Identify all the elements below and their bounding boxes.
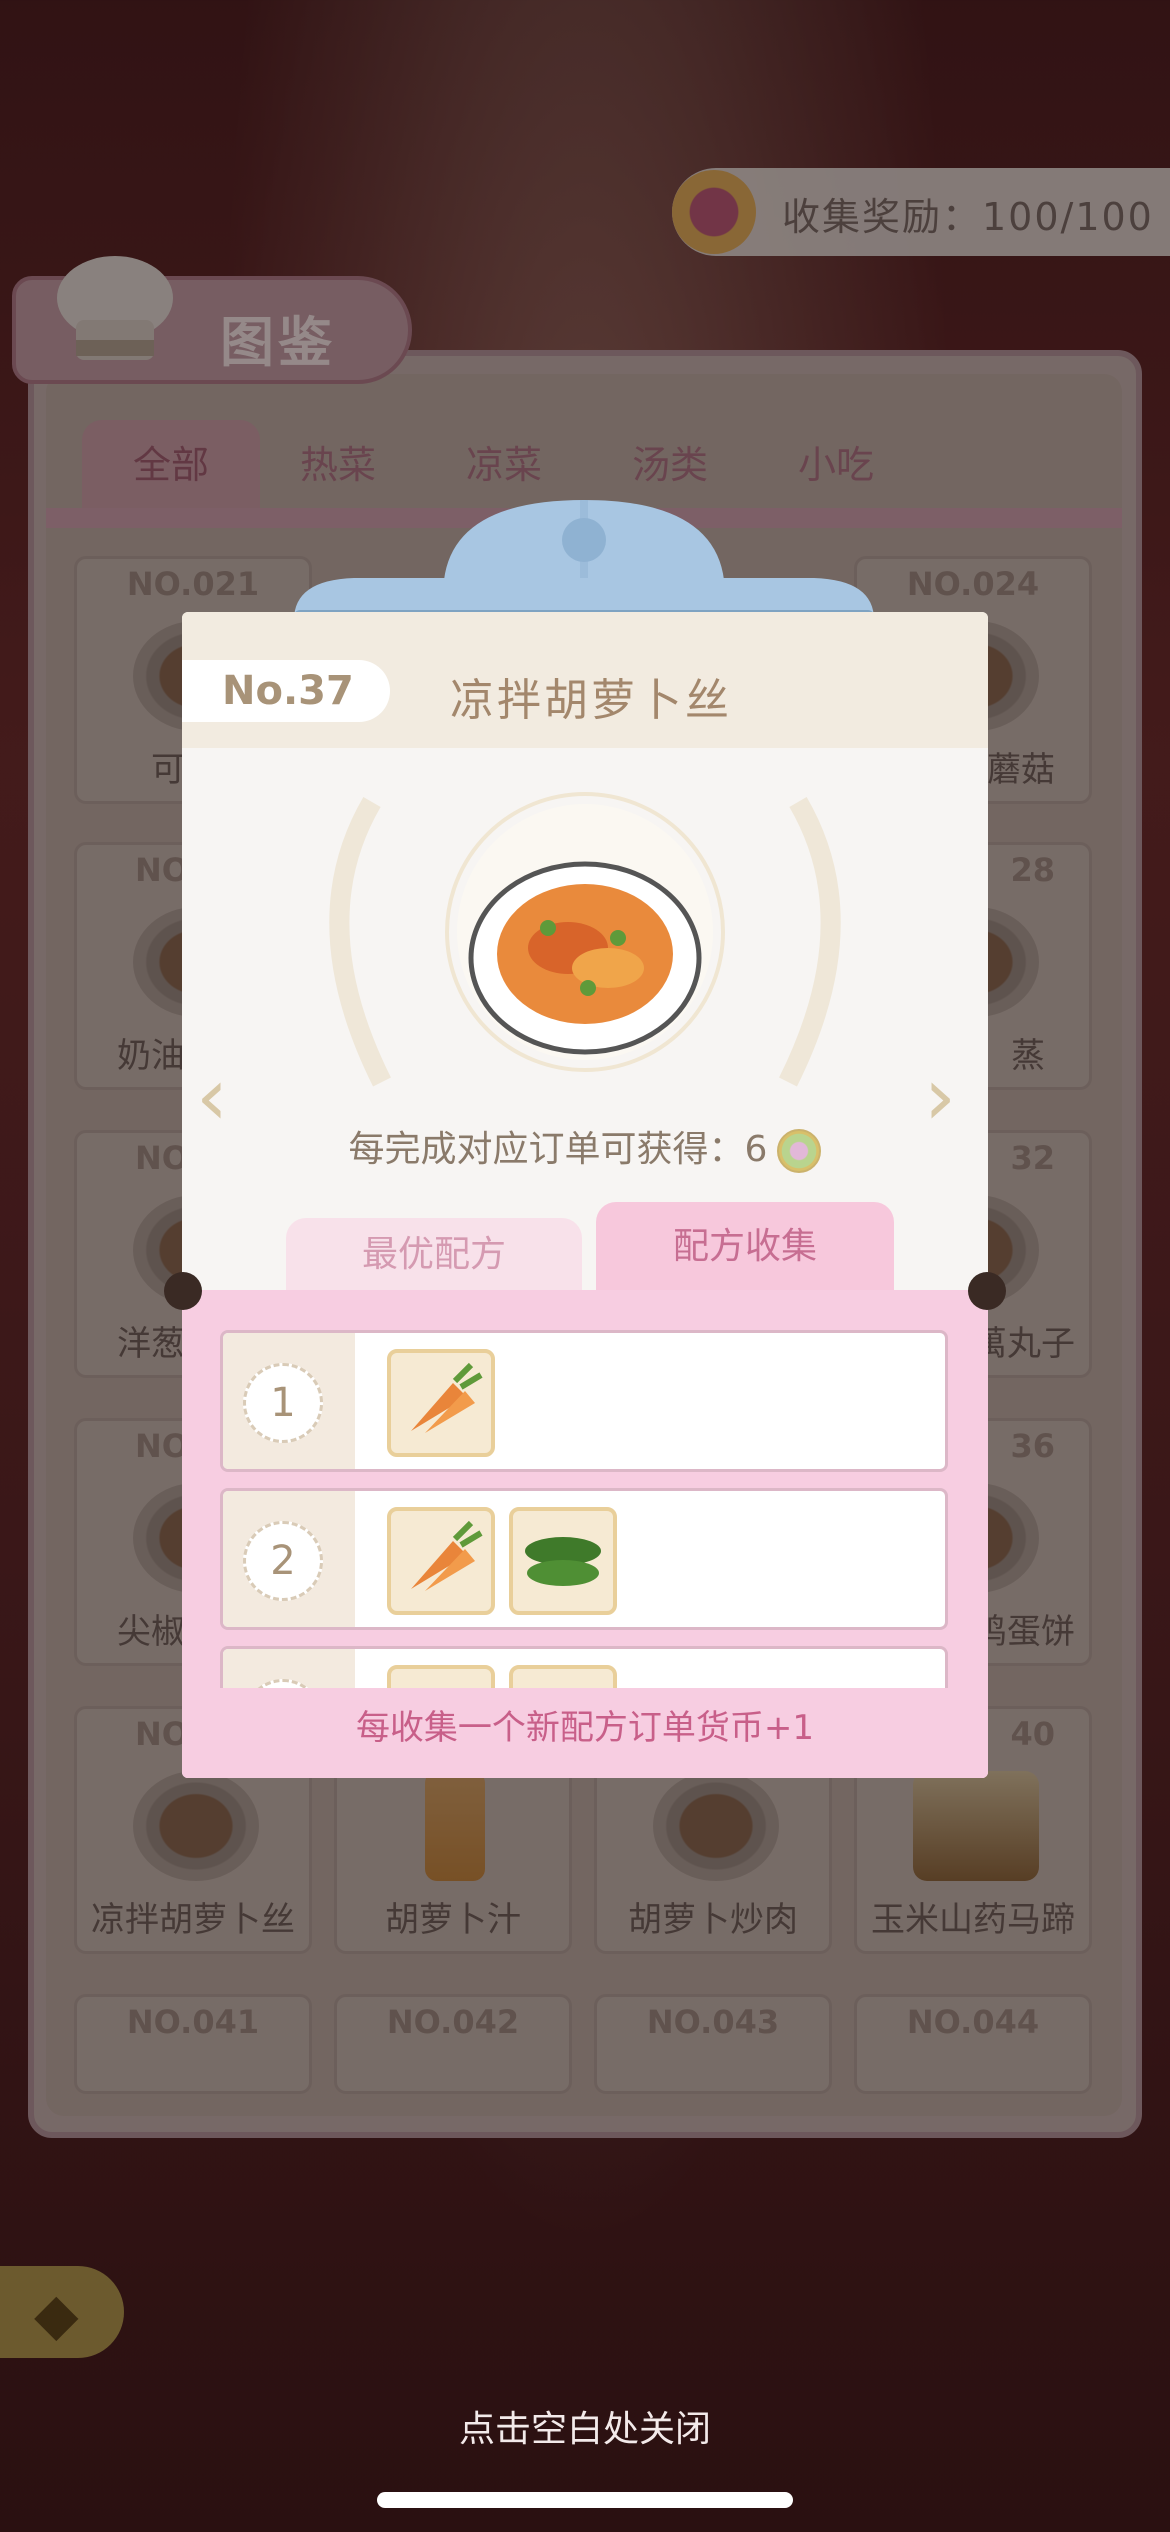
close-hint[interactable]: 点击空白处关闭 [0,2400,1170,2452]
tab-best-recipe[interactable]: 最优配方 [286,1218,582,1292]
next-dish-arrow[interactable]: › [924,1050,956,1143]
order-reward-label: 每完成对应订单可获得：6 [348,1129,768,1170]
modal-notch-right [968,1272,1006,1310]
dish-image [468,861,702,1055]
tab-recipe-collection[interactable]: 配方收集 [596,1202,894,1292]
recipe-row: 2 [220,1488,948,1630]
coin-icon [777,1129,822,1173]
modal-notch-left [164,1272,202,1310]
recipe-row: 1 [220,1330,948,1472]
carrot-icon [387,1349,495,1457]
recipe-index: 1 [243,1363,323,1443]
recipe-collection-tip: 每收集一个新配方订单货币+1 [182,1688,988,1778]
cucumber-icon [509,1507,617,1615]
dish-number: No.37 [182,660,390,722]
prev-dish-arrow[interactable]: ‹ [196,1050,228,1143]
dish-name: 凉拌胡萝卜丝 [450,675,732,726]
carrot-icon [387,1507,495,1615]
recipe-index: 2 [243,1521,323,1601]
cloche-lid-icon [294,500,874,622]
order-reward-text: 每完成对应订单可获得：6 [182,1120,988,1173]
recipe-modal: No.37 凉拌胡萝卜丝 每完成对应订单可获得：6 最优配方 配方收集 1 2 [182,612,988,1778]
back-arrow-icon[interactable]: ◆ [34,2280,79,2348]
home-indicator[interactable] [377,2492,793,2508]
